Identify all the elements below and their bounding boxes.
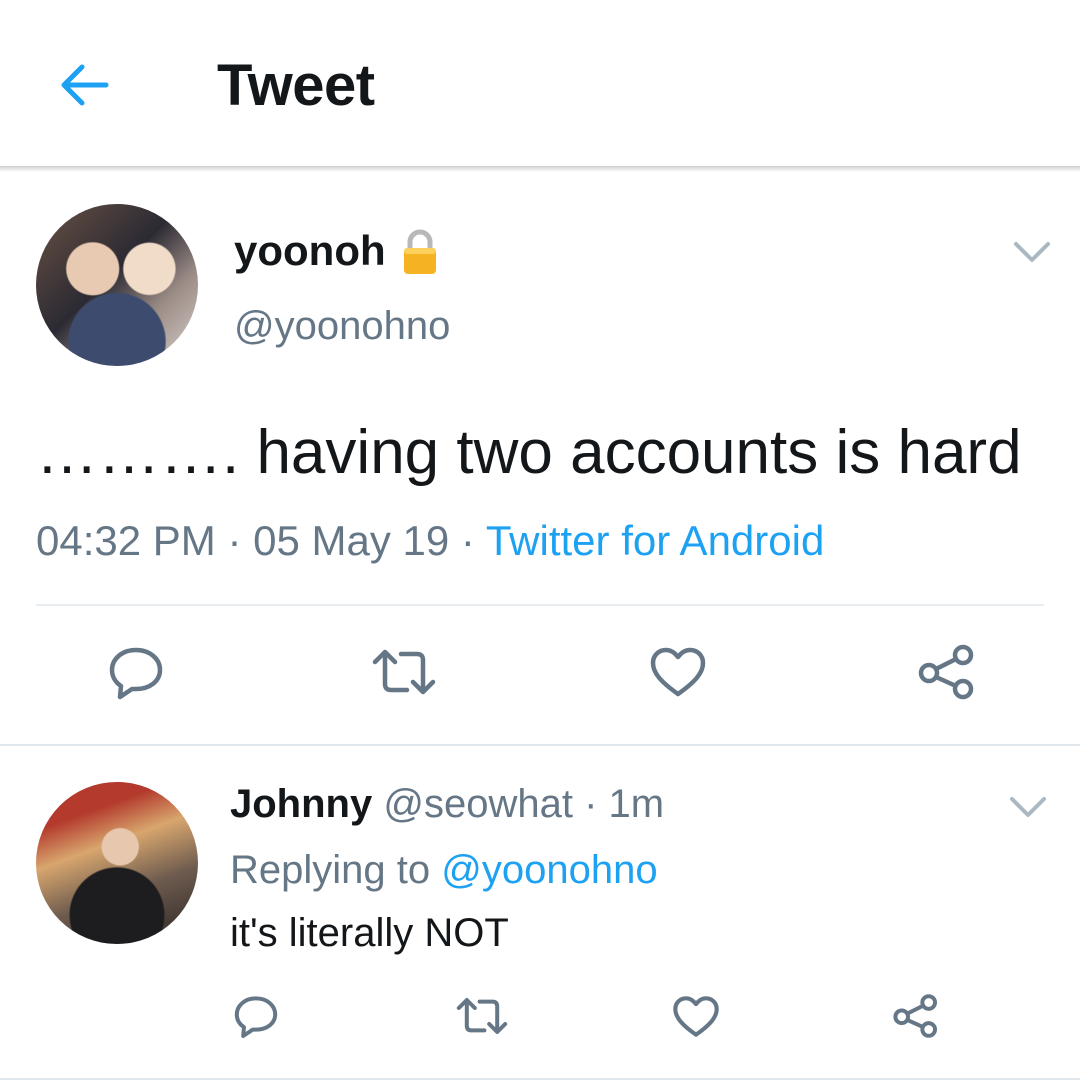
like-button[interactable] (668, 990, 724, 1042)
divider (0, 744, 1080, 746)
replying-to-mention[interactable]: @yoonohno (441, 848, 657, 892)
reply-text: it's literally NOT (230, 911, 509, 955)
share-icon (918, 644, 974, 700)
heart-icon (650, 647, 706, 697)
chevron-down-icon[interactable] (1012, 240, 1052, 264)
page-title: Tweet (217, 53, 375, 118)
meta-separator: · (227, 517, 242, 564)
meta-separator: · (460, 517, 475, 564)
tweet-date: 05 May 19 (253, 517, 450, 564)
reply-age: 1m (608, 782, 665, 826)
reply-button[interactable] (228, 990, 284, 1042)
reply-button[interactable] (100, 640, 172, 704)
retweet-icon (456, 998, 508, 1034)
author-handle[interactable]: @yoonohno (234, 303, 450, 349)
reply-author-name[interactable]: Johnny (230, 782, 372, 826)
back-button[interactable] (52, 55, 116, 115)
tweet-source-link[interactable]: Twitter for Android (486, 517, 824, 564)
reply-icon (109, 647, 163, 700)
reply-icon (234, 996, 278, 1038)
share-icon (893, 994, 938, 1038)
heart-icon (673, 995, 719, 1037)
like-button[interactable] (642, 640, 714, 704)
arrow-left-icon (61, 64, 109, 106)
avatar[interactable] (36, 782, 198, 944)
replying-to-label: Replying to (230, 848, 431, 892)
tweet-metadata: 04:32 PM · 05 May 19 · Twitter for Andro… (36, 515, 824, 567)
reply-author-handle[interactable]: @seowhat (383, 782, 573, 826)
replying-to-line: Replying to @yoonohno (230, 845, 658, 895)
chevron-down-icon[interactable] (1008, 795, 1048, 819)
header-divider (0, 166, 1080, 172)
divider (0, 1078, 1080, 1080)
retweet-button[interactable] (452, 990, 512, 1042)
share-button[interactable] (912, 640, 982, 704)
meta-separator: · (584, 782, 598, 826)
app-header: Tweet (0, 0, 1080, 168)
tweet-text: ………. having two accounts is hard (36, 418, 1022, 487)
tweet-time: 04:32 PM (36, 517, 216, 564)
retweet-icon (372, 649, 436, 695)
lock-icon (404, 229, 436, 274)
divider (36, 604, 1044, 606)
retweet-button[interactable] (366, 640, 442, 704)
share-button[interactable] (888, 990, 944, 1042)
author-display-name[interactable]: yoonoh (234, 227, 386, 275)
avatar[interactable] (36, 204, 198, 366)
reply-header: Johnny @seowhat · 1m (230, 779, 664, 829)
